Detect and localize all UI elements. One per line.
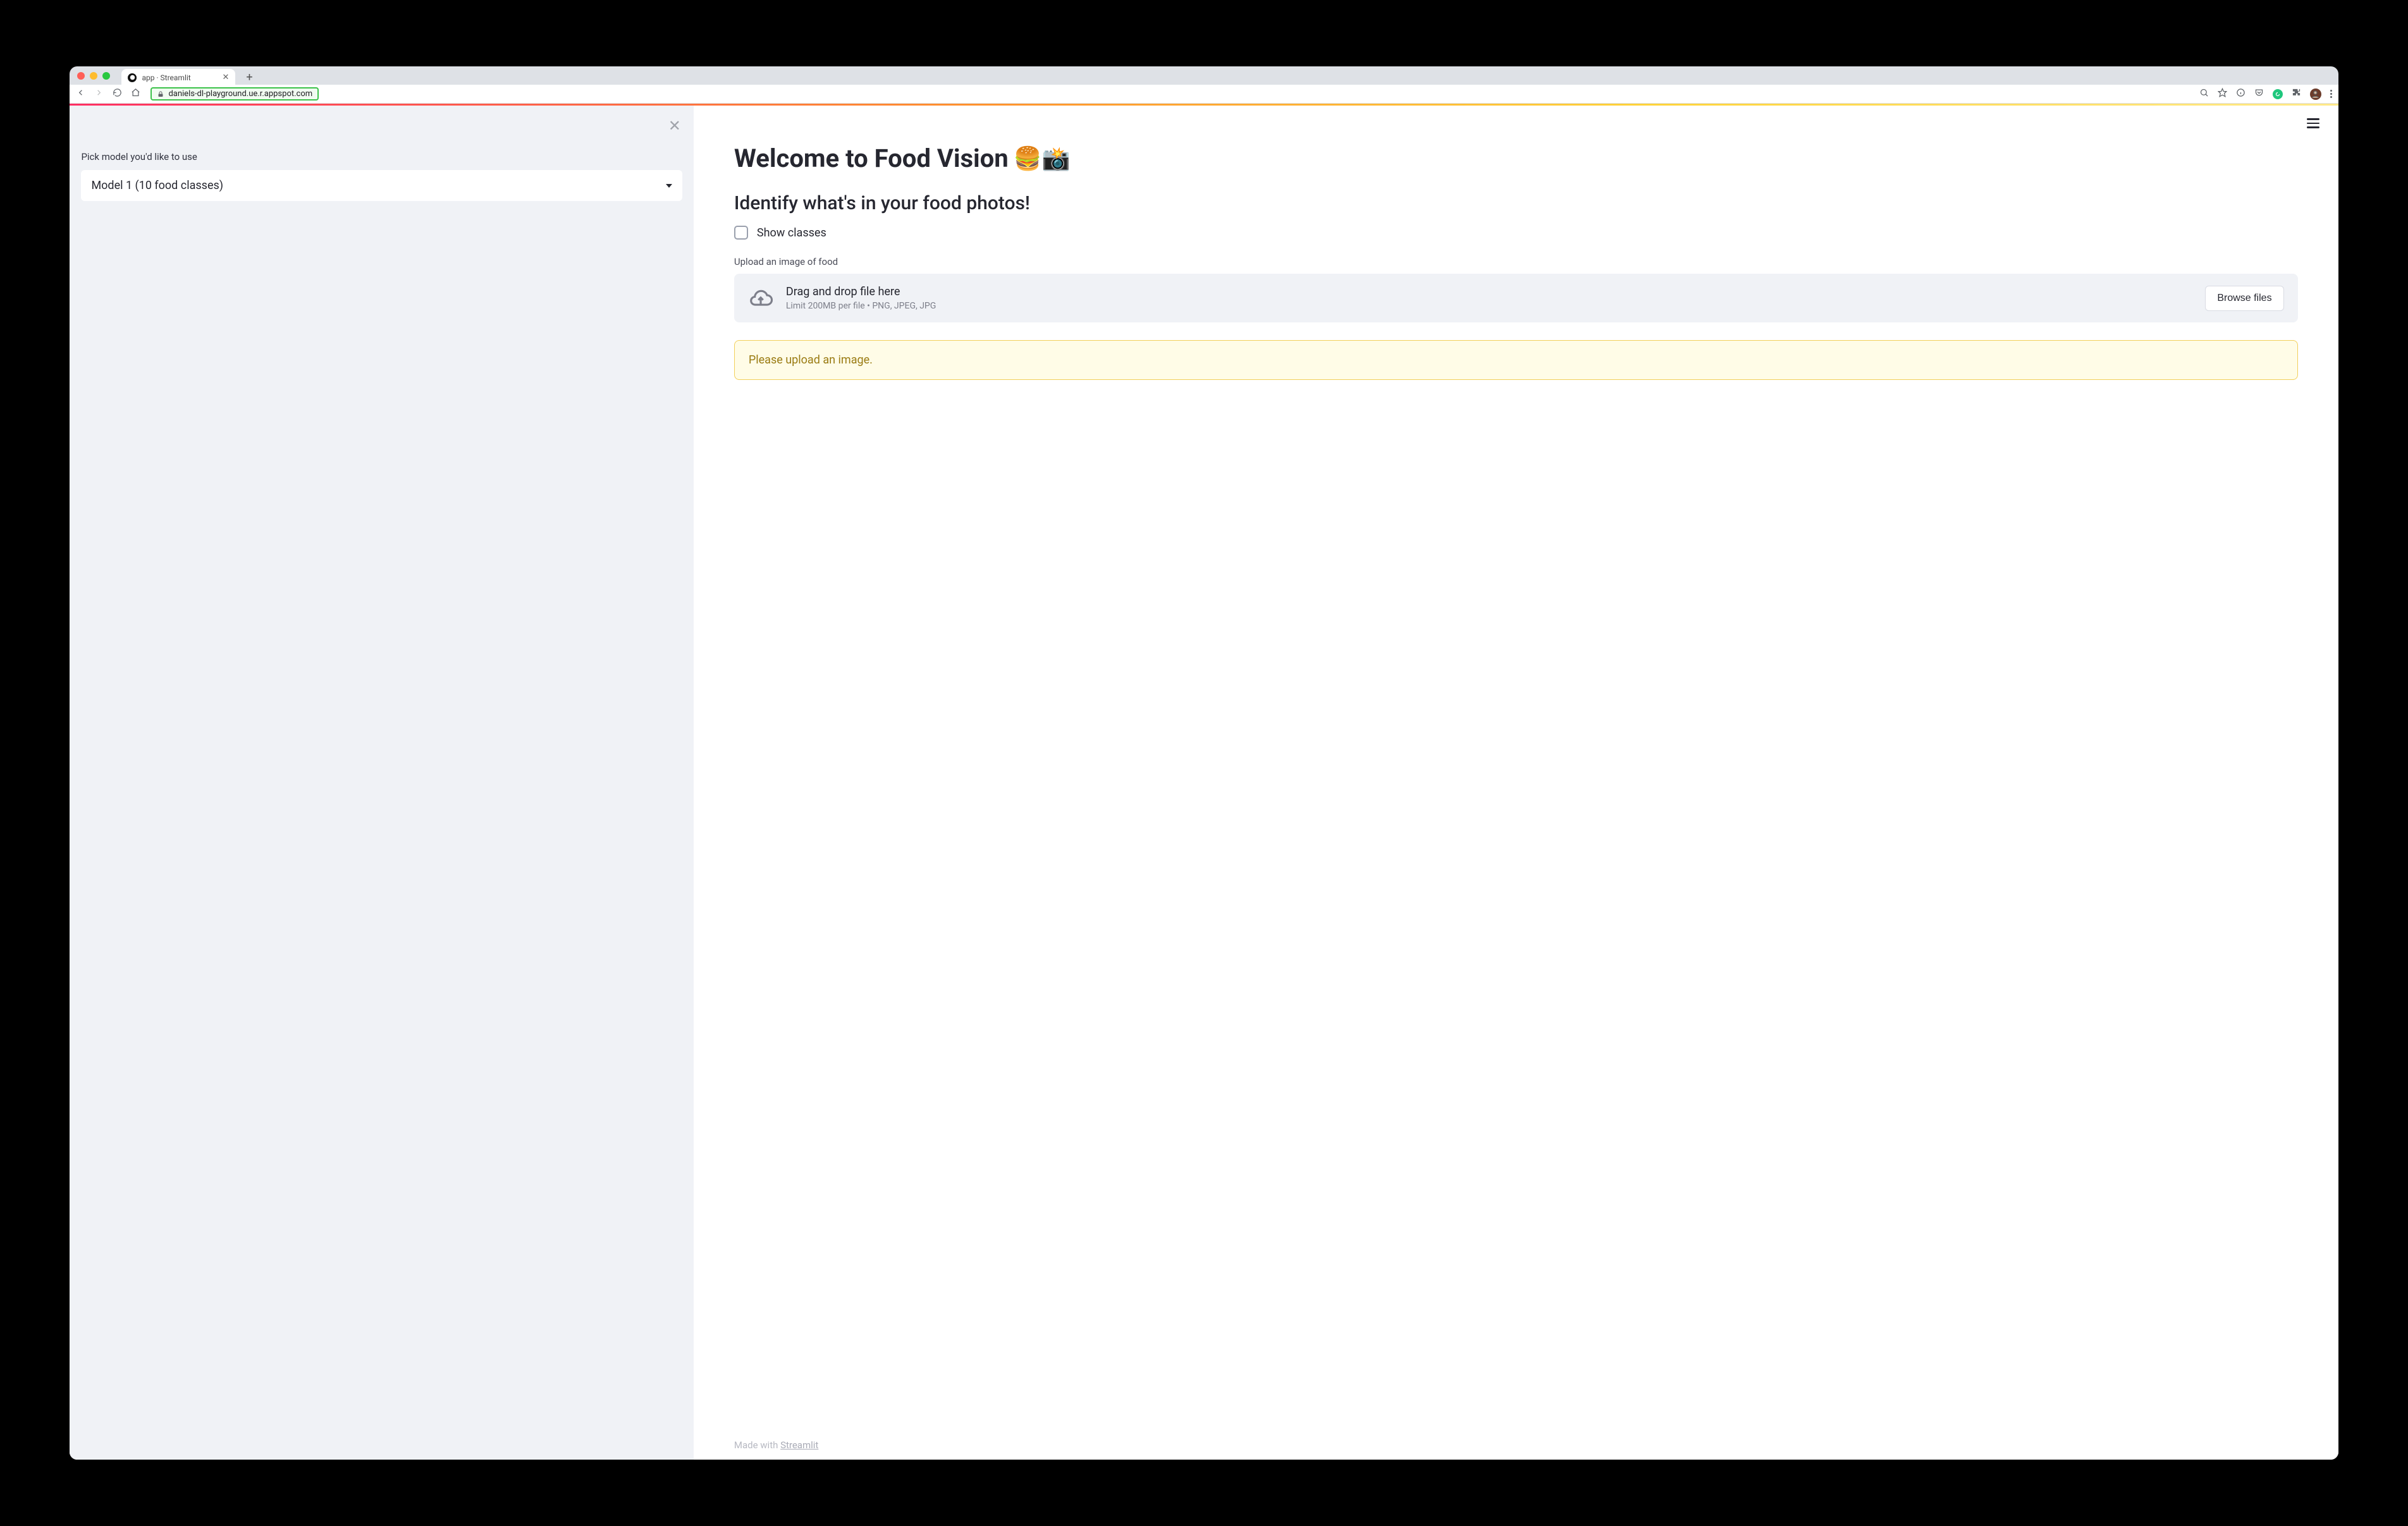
address-bar-highlight: daniels-dl-playground.ue.r.appspot.com [150,87,319,101]
chevron-down-icon [666,184,672,188]
forward-button[interactable] [94,88,104,100]
sidebar-close-icon[interactable]: ✕ [668,117,681,135]
page-title-text: Welcome to Food Vision [734,143,1009,173]
dropzone-heading: Drag and drop file here [786,285,2192,298]
page-subtitle: Identify what's in your food photos! [734,192,2298,214]
model-select-value: Model 1 (10 food classes) [91,179,223,192]
window-controls [77,72,110,80]
home-button[interactable] [131,88,140,100]
url-text: daniels-dl-playground.ue.r.appspot.com [168,89,312,99]
zoom-icon[interactable] [2199,88,2209,100]
model-select-label: Pick model you'd like to use [81,151,682,162]
browser-tab[interactable]: app · Streamlit ✕ [121,69,235,87]
upload-label: Upload an image of food [734,256,2298,267]
pocket-icon[interactable] [2254,88,2264,100]
sidebar: ✕ Pick model you'd like to use Model 1 (… [70,106,693,1460]
browser-window: app · Streamlit ✕ + daniels-dl-playgroun… [70,66,2338,1460]
hamburger-menu-icon[interactable] [2307,118,2319,128]
maximize-window-button[interactable] [102,72,110,80]
tab-title: app · Streamlit [142,73,190,82]
tab-close-icon[interactable]: ✕ [223,73,230,82]
browser-menu-icon[interactable] [2330,90,2332,98]
close-window-button[interactable] [77,72,85,80]
footer-link[interactable]: Streamlit [780,1439,818,1451]
tab-favicon-icon [128,73,137,82]
page-title: Welcome to Food Vision 🍔📸 [734,143,2298,173]
app-body: ✕ Pick model you'd like to use Model 1 (… [70,106,2338,1460]
back-button[interactable] [76,88,85,100]
profile-avatar-icon[interactable] [2310,89,2321,100]
main-content: Welcome to Food Vision 🍔📸 Identify what'… [694,106,2338,1460]
show-classes-label: Show classes [757,226,826,240]
footer: Made with Streamlit [734,1439,818,1451]
cloud-upload-icon [748,286,773,311]
browser-toolbar: daniels-dl-playground.ue.r.appspot.com [70,85,2338,104]
footer-prefix: Made with [734,1439,780,1451]
warning-banner: Please upload an image. [734,340,2298,380]
show-classes-row: Show classes [734,226,2298,240]
extension-grammarly-icon[interactable] [2273,89,2283,99]
file-dropzone[interactable]: Drag and drop file here Limit 200MB per … [734,274,2298,322]
address-bar[interactable]: daniels-dl-playground.ue.r.appspot.com [148,87,2191,101]
bookmark-star-icon[interactable] [2218,88,2227,100]
show-classes-checkbox[interactable] [734,226,748,240]
new-tab-button[interactable]: + [242,69,257,87]
extensions-puzzle-icon[interactable] [2292,88,2301,100]
titlebar: app · Streamlit ✕ + [70,66,2338,85]
reload-button[interactable] [113,88,122,100]
browse-files-button[interactable]: Browse files [2205,286,2283,311]
title-emojis: 🍔📸 [1014,145,1071,172]
dropzone-subtext: Limit 200MB per file • PNG, JPEG, JPG [786,301,2192,311]
info-icon[interactable] [2236,88,2245,100]
minimize-window-button[interactable] [90,72,97,80]
lock-icon [157,90,164,98]
model-select[interactable]: Model 1 (10 food classes) [81,170,682,201]
